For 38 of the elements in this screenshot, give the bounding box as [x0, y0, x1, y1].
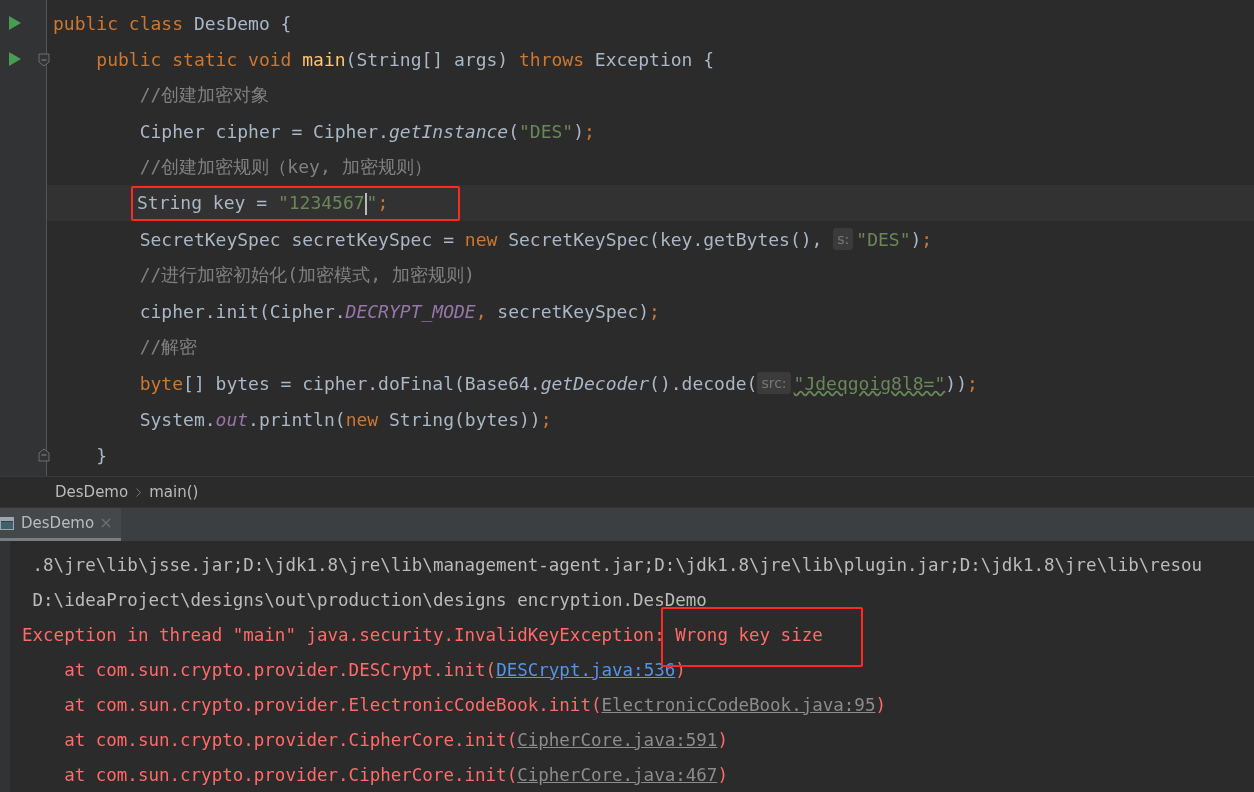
file-link[interactable]: CipherCore.java:467	[517, 764, 718, 785]
code-text: cipher.init(Cipher.DECRYPT_MODE, secretKeySpec);	[138, 300, 660, 322]
console-line: at com.sun.crypto.provider.CipherCore.init(CipherCore.java:467)	[63, 763, 729, 787]
console-line: at com.sun.crypto.provider.ElectronicCodeBook.init(ElectronicCodeBook.java:95)	[63, 693, 887, 717]
code-text: System.out.println(new String(bytes));	[138, 408, 552, 430]
code-text: public class DesDemo {	[53, 12, 292, 34]
file-link[interactable]: ElectronicCodeBook.java:95	[601, 694, 876, 715]
code-text: //创建加密对象	[138, 83, 270, 107]
code-text: byte[] bytes = cipher.doFinal(Base64.getDecoder().decode(	[138, 372, 758, 394]
file-link[interactable]: CipherCore.java:591	[517, 729, 718, 750]
breadcrumb-item[interactable]: DesDemo	[55, 483, 129, 501]
run-icon[interactable]	[9, 16, 21, 30]
code-text: Cipher cipher = Cipher.getInstance("DES");	[138, 120, 595, 142]
run-icon[interactable]	[9, 52, 21, 66]
code-text: String key = "1234567";	[137, 191, 389, 215]
console-line: at com.sun.crypto.provider.CipherCore.init(CipherCore.java:591)	[63, 728, 729, 752]
code-text: "Jdeqgoig8l8="));	[793, 372, 978, 394]
code-text: "DES");	[856, 228, 933, 250]
run-tab[interactable]: DesDemo	[0, 508, 122, 541]
code-text: }	[95, 444, 108, 466]
code-text: SecretKeySpec secretKeySpec = new SecretKeySpec(key.getBytes(),	[138, 228, 824, 250]
parameter-hint: src:	[757, 372, 791, 394]
code-text: //创建加密规则（key, 加密规则）	[138, 155, 432, 179]
code-text: //进行加密初始化(加密模式, 加密规则)	[138, 263, 475, 287]
console-line: D:\ideaProject\designs\out\production\designs encryption.DesDemo	[31, 588, 708, 612]
tab-title: DesDemo	[21, 514, 95, 532]
parameter-hint: s:	[833, 228, 854, 250]
console-line: .8\jre\lib\jsse.jar;D:\jdk1.8\jre\lib\management-agent.jar;D:\jdk1.8\jre\lib\plugin.jar;D:\jdk1.8\jre\lib\resou	[31, 553, 1204, 577]
chevron-icon	[136, 487, 142, 497]
code-text: //解密	[138, 335, 198, 359]
file-link[interactable]: DESCrypt.java:536	[496, 659, 676, 680]
fold-marker-icon[interactable]	[38, 53, 50, 67]
code-text: public static void main(String[] args) throws Exception {	[95, 48, 715, 70]
close-button[interactable]	[101, 518, 112, 528]
breadcrumb-item[interactable]: main()	[149, 483, 199, 501]
console-line: Exception in thread "main" java.security.InvalidKeyException: Wrong key size	[22, 617, 1254, 652]
console-window-icon	[0, 516, 14, 530]
fold-marker-icon[interactable]	[38, 448, 50, 462]
